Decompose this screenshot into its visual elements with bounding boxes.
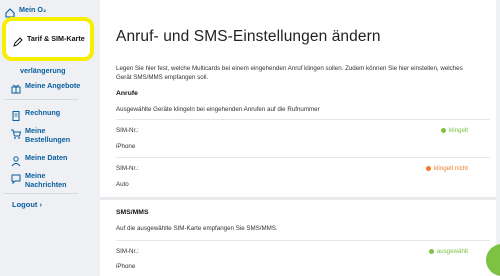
status-label: ausgewählt — [436, 248, 468, 255]
sidebar-item-label: Meine Angebote — [25, 81, 81, 90]
gift-icon — [10, 82, 22, 94]
section-desc-sms: Auf die ausgewählte SIM-Karte empfangen … — [116, 225, 278, 232]
section-title-sms: SMS/MMS — [116, 209, 149, 216]
invoice-icon — [10, 109, 22, 121]
sidebar-item-label: Meine Daten — [25, 153, 68, 162]
sidebar-item-label: Tarif & SIM-Karte — [27, 34, 85, 43]
user-icon — [10, 154, 22, 167]
sim-number-label: SIM-Nr.: — [116, 127, 139, 134]
cart-icon — [10, 127, 22, 139]
sidebar-item-meine-bestellungen[interactable]: Meine Bestellungen — [10, 126, 88, 144]
message-icon — [10, 172, 22, 185]
sidebar: Mein O₂ Tarif & SIM-Karte verlängerung M… — [0, 0, 94, 276]
sidebar-item-label: Meine Nachrichten — [25, 171, 67, 189]
sidebar-item-rechnung[interactable]: Rechnung — [10, 108, 88, 121]
sidebar-item-label: Meine Bestellungen — [25, 126, 71, 144]
sim-number-label: SIM-Nr.: — [116, 165, 139, 172]
divider — [116, 157, 490, 158]
sidebar-item-verlaengerung[interactable]: verlängerung — [20, 66, 98, 75]
main-content: Anruf- und SMS-Einstellungen ändern Lege… — [100, 0, 496, 276]
divider — [116, 119, 490, 120]
sidebar-item-meine-angebote[interactable]: Meine Angebote — [10, 81, 88, 94]
sidebar-item-meine-nachrichten[interactable]: Meine Nachrichten — [10, 171, 88, 189]
intro-text: Legen Sie hier fest, welche Multicards b… — [116, 65, 463, 81]
sidebar-item-label: verlängerung — [20, 66, 66, 75]
status-dot — [428, 249, 434, 254]
status-toggle-iphone-sms[interactable]: ausgewählt — [428, 248, 468, 255]
sim-number-label: SIM-Nr.: — [116, 248, 139, 255]
device-name: iPhone — [116, 263, 136, 270]
sidebar-divider — [4, 99, 78, 100]
sidebar-item-label: Rechnung — [25, 108, 61, 117]
sidebar-item-label: Mein O₂ — [19, 5, 47, 14]
logout-link[interactable]: Logout › — [12, 200, 42, 209]
page-title: Anruf- und SMS-Einstellungen ändern — [116, 28, 381, 45]
sidebar-divider — [4, 193, 78, 194]
status-toggle-iphone-call[interactable]: klingelt — [440, 127, 468, 134]
status-dot — [425, 166, 431, 171]
sidebar-item-meine-daten[interactable]: Meine Daten — [10, 153, 88, 167]
status-toggle-auto-call[interactable]: klingelt nicht — [425, 165, 468, 172]
status-label: klingelt nicht — [433, 165, 468, 172]
section-desc-calls: Ausgewählte Geräte klingeln bei eingehen… — [116, 106, 320, 113]
pencil-icon — [12, 35, 24, 47]
divider — [116, 240, 490, 241]
section-divider — [100, 197, 496, 200]
section-title-calls: Anrufe — [116, 90, 138, 97]
sidebar-item-tarif-sim-karte[interactable]: Tarif & SIM-Karte — [12, 34, 90, 47]
device-name: Auto — [116, 181, 129, 188]
device-name: iPhone — [116, 143, 136, 150]
status-dot — [440, 128, 446, 133]
status-label: klingelt — [448, 127, 468, 134]
